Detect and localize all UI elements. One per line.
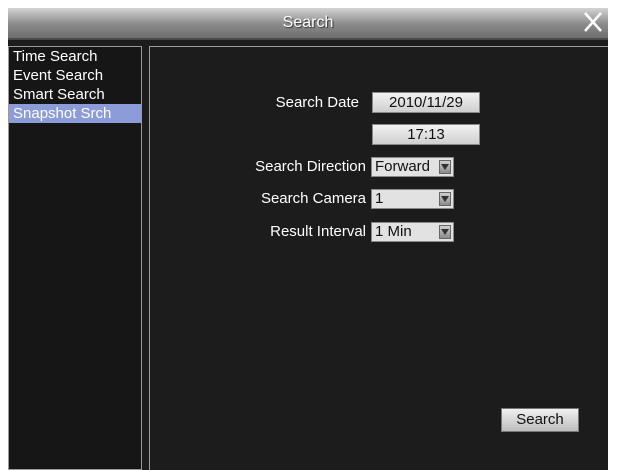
search-direction-value: Forward [375,158,431,175]
menu-item-smart-search[interactable]: Smart Search [9,85,141,104]
menu-item-event-search[interactable]: Event Search [9,66,141,85]
search-camera-value: 1 [375,190,384,207]
chevron-down-icon[interactable] [439,225,451,239]
close-icon[interactable] [582,10,604,34]
search-direction-select[interactable]: Forward [371,157,454,177]
chevron-down-icon[interactable] [439,192,451,206]
search-type-menu: Time Search Event Search Smart Search Sn… [8,46,142,470]
search-window: Search Time Search Event Search Smart Se… [8,8,608,470]
search-button[interactable]: Search [501,408,579,432]
search-date-label: Search Date [275,94,359,111]
window-title: Search [282,14,334,31]
search-form-panel: Search Date 2010/11/29 17:13 Search Dire… [149,46,608,470]
search-date-field[interactable]: 2010/11/29 [372,92,480,113]
title-bar: Search [8,8,608,40]
search-time-field[interactable]: 17:13 [372,124,480,145]
menu-item-time-search[interactable]: Time Search [9,47,141,66]
result-interval-value: 1 Min [375,223,412,240]
search-direction-label: Search Direction [255,158,366,175]
search-camera-label: Search Camera [260,190,366,207]
result-interval-select[interactable]: 1 Min [371,222,454,242]
chevron-down-icon[interactable] [439,160,451,174]
search-camera-select[interactable]: 1 [371,189,454,209]
result-interval-label: Result Interval [270,223,366,240]
menu-item-snapshot-search[interactable]: Snapshot Srch [9,104,141,123]
